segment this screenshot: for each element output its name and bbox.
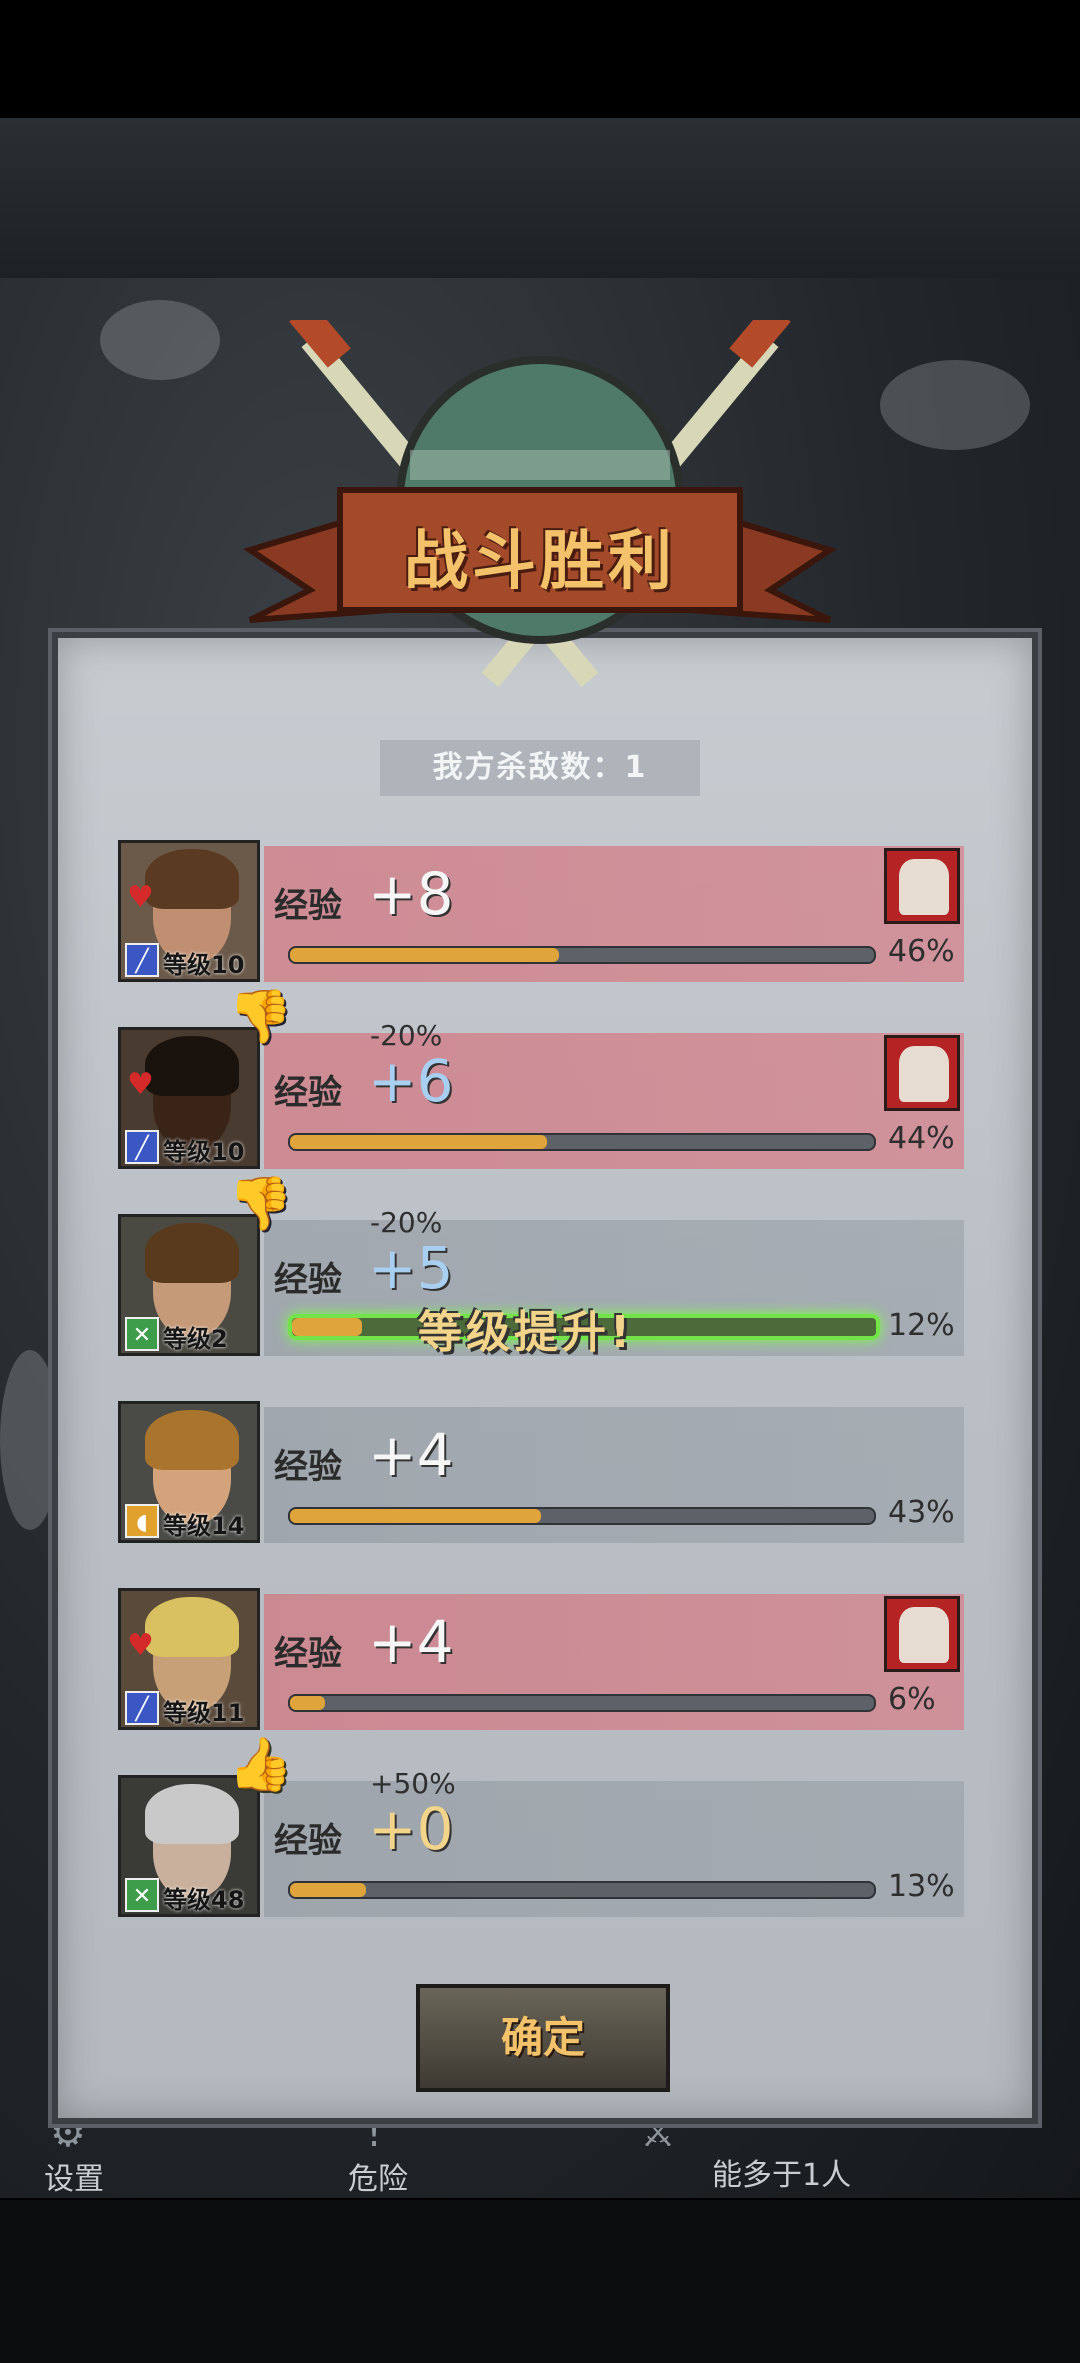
crossbow-icon: ✕	[125, 1878, 159, 1912]
hero-level: 等级48	[163, 1886, 245, 1914]
shield-icon: ◖	[125, 1504, 159, 1538]
exp-percent: 13%	[888, 1869, 955, 1904]
wounded-heart-icon: ♥	[127, 1628, 154, 1663]
wounded-heart-icon: ♥	[127, 880, 154, 915]
exp-progress-bar	[288, 1133, 876, 1151]
kill-count: 我方杀敌数：1	[380, 740, 700, 796]
snow-patch	[880, 360, 1030, 450]
hero-row: ♥ ╱ 等级10 👎 经验 -20% +6 44%	[118, 987, 968, 1172]
exp-progress-fill	[290, 1509, 542, 1523]
exp-percent: 6%	[888, 1682, 936, 1717]
crossbow-icon: ✕	[125, 1317, 159, 1351]
hero-level: 等级14	[163, 1512, 245, 1540]
exp-label: 经验	[274, 1821, 342, 1861]
exp-label: 经验	[274, 1260, 342, 1300]
sword-icon: ╱	[125, 943, 159, 977]
hero-row: ✕ 等级2 👎 经验 -20% +5 等级提升! 12%	[118, 1174, 968, 1359]
hero-portrait[interactable]: ◖ 等级14	[118, 1401, 260, 1543]
injury-icon[interactable]	[884, 848, 960, 924]
hero-row: ♥ ╱ 等级10 经验 +8 46%	[118, 840, 968, 985]
background-band	[0, 118, 1080, 278]
hero-level: 等级2	[163, 1325, 228, 1353]
nav-danger[interactable]: 危险	[348, 2154, 408, 2198]
hero-level: 等级11	[163, 1699, 245, 1727]
thumbs-down-icon: 👎	[228, 1174, 293, 1234]
hero-hair	[145, 1223, 239, 1283]
wounded-heart-icon: ♥	[127, 1067, 154, 1102]
bottom-area	[0, 2200, 1080, 2363]
exp-label: 经验	[274, 1634, 342, 1674]
hero-level: 等级10	[163, 951, 245, 979]
exp-progress-fill	[290, 1135, 547, 1149]
victory-title: 战斗胜利	[404, 525, 676, 599]
sword-icon: ╱	[125, 1691, 159, 1725]
exp-percent: 44%	[888, 1121, 955, 1156]
exp-progress-fill	[290, 1696, 326, 1710]
thumbs-down-icon: 👎	[228, 987, 293, 1047]
exp-progress-fill	[290, 948, 559, 962]
injury-icon[interactable]	[884, 1596, 960, 1672]
hero-portrait[interactable]: ✕ 等级48	[118, 1775, 260, 1917]
exp-gain: +4	[368, 1421, 454, 1489]
hero-hair	[145, 1410, 239, 1470]
thumbs-up-icon: 👍	[228, 1735, 293, 1795]
exp-progress-fill	[290, 1883, 366, 1897]
exp-gain: +4	[368, 1608, 454, 1676]
exp-gain: +5	[368, 1234, 454, 1302]
exp-gain: +0	[368, 1795, 454, 1863]
hero-portrait[interactable]: ♥ ╱ 等级11	[118, 1588, 260, 1730]
exp-label: 经验	[274, 886, 342, 926]
hero-level: 等级10	[163, 1138, 245, 1166]
nav-info-text: 能多于1人	[712, 2158, 852, 2193]
exp-percent: 43%	[888, 1495, 955, 1530]
confirm-button[interactable]: 确定	[416, 1984, 670, 2092]
snow-patch	[100, 300, 220, 380]
exp-label: 经验	[274, 1073, 342, 1113]
exp-progress-bar	[288, 946, 876, 964]
hero-row: ✕ 等级48 👍 经验 +50% +0 13%	[118, 1735, 968, 1920]
exp-percent: 12%	[888, 1308, 955, 1343]
exp-gain: +6	[368, 1047, 454, 1115]
exp-percent: 46%	[888, 934, 955, 969]
hero-row: ♥ ╱ 等级11 经验 +4 6%	[118, 1588, 968, 1733]
status-bar	[0, 0, 1080, 118]
level-up-text: 等级提升!	[418, 1307, 635, 1358]
exp-progress-bar	[288, 1881, 876, 1899]
snow-patch	[0, 1350, 60, 1530]
hero-portrait[interactable]: ♥ ╱ 等级10	[118, 1027, 260, 1169]
hero-portrait[interactable]: ✕ 等级2	[118, 1214, 260, 1356]
injury-icon[interactable]	[884, 1035, 960, 1111]
hero-row: ◖ 等级14 经验 +4 43%	[118, 1401, 968, 1546]
nav-settings[interactable]: 设置	[44, 2154, 104, 2198]
hero-hair	[145, 1784, 239, 1844]
exp-label: 经验	[274, 1447, 342, 1487]
exp-progress-bar	[288, 1507, 876, 1525]
exp-gain: +8	[368, 860, 454, 928]
sword-icon: ╱	[125, 1130, 159, 1164]
exp-progress-bar	[288, 1694, 876, 1712]
hero-portrait[interactable]: ♥ ╱ 等级10	[118, 840, 260, 982]
exp-progress-fill	[292, 1318, 363, 1336]
